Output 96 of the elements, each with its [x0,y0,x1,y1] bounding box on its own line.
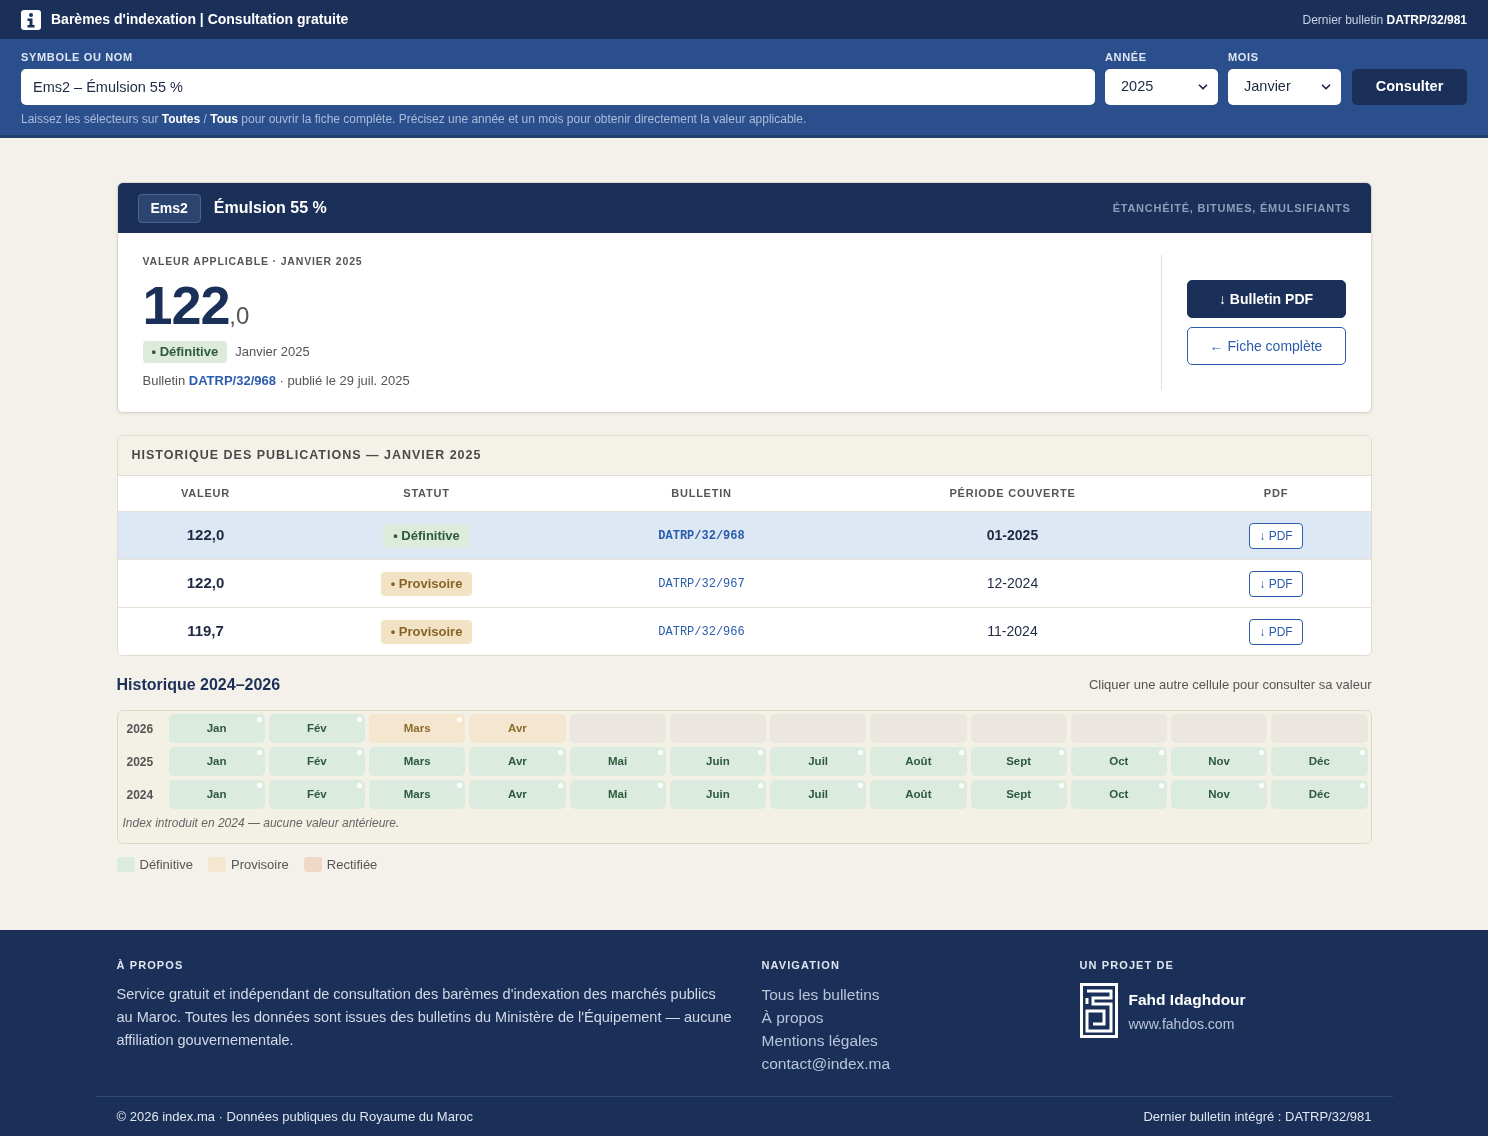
bulletin-link[interactable]: DATRP/32/968 [188,373,276,388]
category-label: ÉTANCHÉITÉ, BITUMES, ÉMULSIFIANTS [1112,200,1351,216]
footer-heading: À PROPOS [116,959,185,972]
status-badge: • Provisoire [380,571,473,596]
footer-link[interactable]: Tous les bulletins [761,983,880,1006]
bulletin-link[interactable]: DATRP/32/966 [658,622,745,641]
column-header: PÉRIODE COUVERTE [949,486,1076,502]
author-name: Fahd Idaghdour [1128,990,1246,1010]
status-badge: • Définitive [142,341,228,363]
info-icon [21,9,41,30]
bulletin-pdf-button[interactable]: ↓ Bulletin PDF [1186,280,1346,318]
month-cell[interactable]: Août [870,780,967,809]
calendar-note: Index introduit en 2024 — aucune valeur antérieure. [122,815,401,832]
year-label: 2026 [125,720,155,738]
column-header: VALEUR [181,486,230,502]
pdf-button[interactable]: ↓ PDF [1249,522,1303,549]
month-cell[interactable]: Fév [268,714,365,743]
calendar-title: Historique 2024–2026 [116,675,281,695]
maze-logo-icon [1079,983,1118,1038]
bulletin-link[interactable]: DATRP/32/968 [658,526,745,545]
calendar-hint: Cliquer une autre cellule pour consulter sa valeur [1088,676,1372,695]
month-cell[interactable]: Avr [469,780,566,809]
footer-link[interactable]: contact@index.ma [761,1052,891,1075]
app-title: Barèmes d'indexation | Consultation gratuite [51,10,349,29]
value-cell-text: 119,7 [187,621,224,642]
month-cell[interactable]: Sept [970,780,1067,809]
value-label: VALEUR APPLICABLE · JANVIER 2025 [142,255,363,267]
month-cell[interactable]: Avr [469,747,566,776]
bulletin-info: Bulletin DATRP/32/968 · publié le 29 juil. 2025 [142,372,410,390]
month-cell[interactable]: Juin [669,780,766,809]
about-text: Service gratuit et indépendant de consultation des barèmes d'indexation des marchés publics au Maroc. Toutes les données sont issues des bulletins du Ministère de l'Équipement — aucune affiliation gouvernementale. [116,985,733,1050]
period-text: Janvier 2025 [235,343,310,362]
month-cell[interactable]: Jan [168,747,265,776]
month-select[interactable]: Janvier [1228,69,1341,105]
month-cell[interactable]: Jan [168,780,265,809]
field-label: SYMBOLE OU NOM [21,50,134,64]
table-title: HISTORIQUE DES PUBLICATIONS — JANVIER 2025 [131,447,482,465]
symbol-tag: Ems2 [137,193,201,223]
footer-heading: UN PROJET DE [1079,959,1175,972]
month-cell[interactable]: Mai [569,780,666,809]
month-cell[interactable]: Fév [268,780,365,809]
latest-bulletin: Dernier bulletin DATRP/32/981 [1302,11,1467,29]
month-cell[interactable]: Juin [669,747,766,776]
month-cell[interactable]: Juil [770,780,867,809]
month-cell[interactable]: Mai [569,747,666,776]
column-header: BULLETIN [671,486,732,502]
applicable-value: 122 [142,278,230,332]
value-decimal: ,0 [229,302,250,331]
value-cell-text: 122,0 [186,525,225,546]
month-cell[interactable]: Nov [1171,780,1268,809]
month-cell[interactable]: Août [870,747,967,776]
month-cell[interactable]: Juil [770,747,867,776]
legend-label: Rectifiée [326,856,378,874]
month-cell[interactable]: Oct [1070,780,1167,809]
search-hint: Laissez les sélecteurs sur Toutes / Tous pour ouvrir la fiche complète. Précisez une année et un mois pour obtenir directement la valeur applicable. [21,111,808,127]
column-header: PDF [1263,486,1289,502]
month-cell[interactable]: Mars [369,714,466,743]
bulletin-link[interactable]: DATRP/32/967 [658,574,745,593]
month-cell[interactable]: Avr [469,714,566,743]
period-cell-text: 11-2024 [987,622,1038,641]
month-cell[interactable]: Nov [1171,747,1268,776]
month-cell[interactable]: Oct [1070,747,1167,776]
index-name: Émulsion 55 % [213,197,327,218]
month-cell[interactable]: Mars [369,747,466,776]
consult-button[interactable]: Consulter [1352,69,1467,105]
month-cell[interactable]: Sept [970,747,1067,776]
year-select[interactable]: 2025 [1105,69,1218,105]
status-badge: • Provisoire [380,619,473,644]
month-cell[interactable]: Jan [168,714,265,743]
pdf-button[interactable]: ↓ PDF [1249,570,1303,597]
year-label: 2024 [125,786,155,804]
pdf-button[interactable]: ↓ PDF [1249,618,1303,645]
full-sheet-button[interactable]: ← Fiche complète [1186,327,1346,365]
field-label: MOIS [1228,50,1260,64]
value-cell-text: 122,0 [186,573,225,594]
copyright-text: © 2026 index.ma · Données publiques du Royaume du Maroc [116,1107,473,1126]
month-cell[interactable]: Fév [268,747,365,776]
footer-heading: NAVIGATION [761,959,841,972]
footer-link[interactable]: À propos [761,1006,824,1029]
period-cell-text: 12-2024 [986,574,1039,593]
month-cell[interactable]: Mars [369,780,466,809]
column-header: STATUT [403,486,450,502]
symbol-input[interactable]: Ems2 – Émulsion 55 % [21,69,1095,105]
legend-label: Définitive [139,856,193,874]
month-cell[interactable]: Déc [1271,747,1368,776]
period-cell-text: 01-2025 [986,526,1039,545]
year-label: 2025 [125,753,155,771]
table-row[interactable]: 122,0 • Définitive DATRP/32/968 01-2025 ↓ PDF [117,511,1371,559]
footer-link[interactable]: Mentions légales [761,1029,878,1052]
status-badge: • Définitive [383,523,470,548]
legend-label: Provisoire [230,856,289,874]
field-label: ANNÉE [1105,50,1148,64]
table-row[interactable]: 119,7 • Provisoire DATRP/32/966 11-2024 ↓ PDF [117,607,1371,655]
author-website-link[interactable]: www.fahdos.com [1128,1014,1246,1036]
latest-integrated-bulletin: Dernier bulletin intégré : DATRP/32/981 [1143,1107,1372,1126]
month-cell[interactable]: Déc [1271,780,1368,809]
